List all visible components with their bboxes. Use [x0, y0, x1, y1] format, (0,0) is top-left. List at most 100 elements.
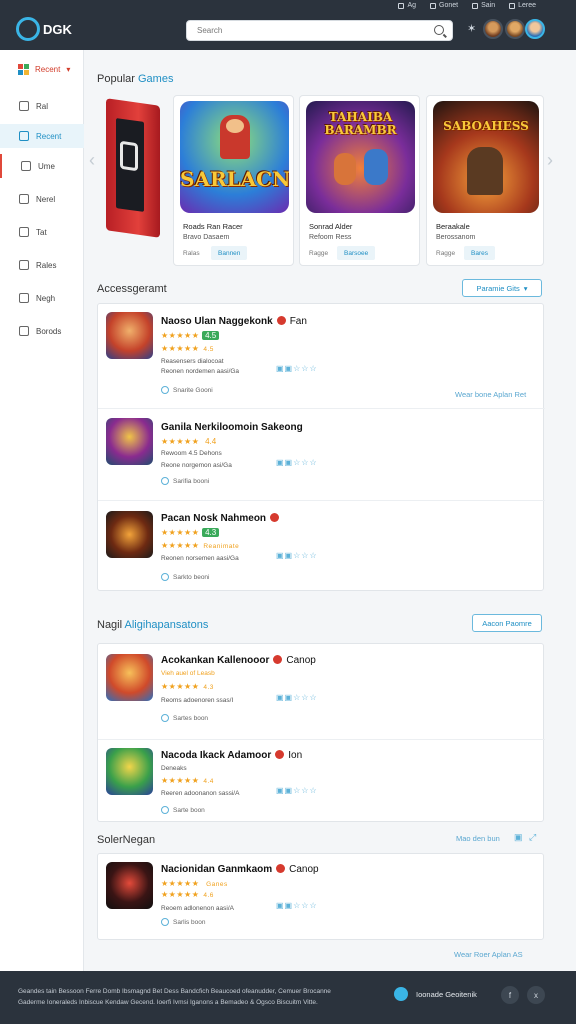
- list-icon: [19, 194, 29, 204]
- search-icon[interactable]: [434, 25, 444, 35]
- logo-icon[interactable]: [16, 17, 40, 41]
- sidebar-item-ral[interactable]: Ral: [0, 94, 84, 118]
- sidebar-item-label: Borods: [36, 326, 62, 336]
- grid-icon: [19, 326, 29, 336]
- list-item[interactable]: Acokankan Kallenooor Canop Vieh auel of L…: [98, 644, 545, 740]
- item-meta: Reonen nordemen aasi/Ga: [161, 368, 240, 375]
- avatar[interactable]: [483, 19, 503, 39]
- rating-stars: ★★★★★ 4.6: [161, 890, 214, 899]
- section-title-recommended: Accessgeramt: [97, 283, 167, 295]
- action-icons[interactable]: ▣▣☆☆☆: [276, 693, 318, 702]
- game-card[interactable]: SARLACN Roads Ran Racer Bravo Dasaem Ral…: [173, 95, 294, 266]
- item-meta: Reoms adoenoren ssas/I: [161, 697, 234, 704]
- avatar[interactable]: [525, 19, 545, 39]
- chevron-right-icon[interactable]: ›: [547, 150, 553, 171]
- link-icon: [472, 2, 479, 9]
- badge-icon: [273, 655, 283, 664]
- sidebar-item-rales[interactable]: Rales: [0, 253, 84, 277]
- sidebar-item-label: Recent: [36, 131, 62, 141]
- item-title: Pacan Nosk Nahmeon: [161, 513, 283, 524]
- game-chip-button[interactable]: Bannen: [211, 246, 248, 260]
- sidebar-item-tat[interactable]: Tat: [0, 220, 84, 244]
- top-link-3[interactable]: Sain: [472, 2, 495, 9]
- info-icon: [161, 918, 169, 926]
- list-item[interactable]: Ganila Nerkiloomoin Sakeong ★★★★★ 4.4 Re…: [98, 409, 545, 501]
- item-meta: Reeren adoonanon sassi/A: [161, 790, 240, 797]
- top-link-2[interactable]: Gonet: [430, 2, 458, 9]
- info-icon: [161, 714, 169, 722]
- grid-view-icon[interactable]: ▣: [514, 832, 523, 843]
- upcoming-link[interactable]: Mao den bun: [456, 834, 500, 843]
- info-icon: [161, 806, 169, 814]
- action-icons[interactable]: ▣▣☆☆☆: [276, 901, 318, 910]
- list-item[interactable]: Naoso Ulan Naggekonk Fan ★★★★★ 4.5 ★★★★★ 4…: [98, 304, 545, 409]
- user-icon: [21, 161, 31, 171]
- sidebar-item-label: Ume: [38, 161, 55, 171]
- sidebar-item-recent[interactable]: Recent: [0, 124, 84, 148]
- item-meta: Reasensers dialocoat: [161, 358, 224, 365]
- top-link-1[interactable]: Ag: [398, 2, 416, 9]
- top-link-4[interactable]: Leree: [509, 2, 536, 9]
- game-chip-button[interactable]: Bares: [464, 246, 495, 260]
- footer-brand[interactable]: Ioonade Geoitenik: [394, 987, 477, 1001]
- item-title: Ganila Nerkiloomoin Sakeong: [161, 422, 303, 433]
- link-icon: [398, 2, 405, 9]
- section-title-upcoming: SolerNegan: [97, 834, 156, 846]
- home-icon: [19, 101, 29, 111]
- game-subtitle: Refoom Ress: [309, 234, 352, 241]
- view-more-link[interactable]: Wear Roer Aplan AS: [454, 950, 523, 959]
- game-art-image: SABOAHESS: [433, 101, 539, 213]
- star-icon[interactable]: ✶: [467, 22, 476, 35]
- game-art-image: SARLACN: [180, 101, 289, 213]
- rating-stars: ★★★★★ Ganes: [161, 879, 228, 888]
- sidebar-item-ume[interactable]: Ume: [0, 154, 84, 178]
- list-item[interactable]: Nacionidan Ganmkaom Canop ★★★★★ Ganes ★★★…: [98, 854, 545, 941]
- list-item[interactable]: Pacan Nosk Nahmeon ★★★★★ 4.3 ★★★★★ Reanim…: [98, 501, 545, 592]
- clock-icon: [19, 131, 29, 141]
- action-icons[interactable]: ▣▣☆☆☆: [276, 786, 318, 795]
- facebook-icon[interactable]: f: [501, 986, 519, 1004]
- x-social-icon[interactable]: x: [527, 986, 545, 1004]
- special-button[interactable]: Aacon Paomre: [472, 614, 542, 632]
- footer: Geandes tain Bessoon Ferre Domb Ibsmagnd…: [0, 971, 576, 1024]
- game-name: Beraakale: [436, 222, 470, 231]
- sidebar-item-label: Tat: [36, 227, 47, 237]
- sidebar-item-borods[interactable]: Borods: [0, 319, 84, 343]
- avatar[interactable]: [505, 19, 525, 39]
- action-icons[interactable]: ▣▣☆☆☆: [276, 551, 318, 560]
- tag-icon: [19, 227, 29, 237]
- game-thumbnail: [106, 511, 153, 558]
- game-thumbnail: [106, 862, 153, 909]
- sidebar-item-label: Nerel: [36, 194, 56, 204]
- brand-logo-icon: [394, 987, 408, 1001]
- game-card[interactable]: TAHAIBA BARAMBR Sonrad Alder Refoom Ress…: [299, 95, 420, 266]
- game-chip-button[interactable]: Barsoee: [337, 246, 376, 260]
- item-note: Sartes boon: [161, 714, 208, 722]
- logo-text[interactable]: DGK: [43, 22, 72, 37]
- item-meta: Deneaks: [161, 765, 187, 772]
- item-meta: Reonen norsemen aasi/Ga: [161, 555, 239, 562]
- sidebar-item-negh[interactable]: Negh: [0, 286, 84, 310]
- sidebar-top-label: Recent: [35, 65, 61, 74]
- expand-icon[interactable]: ⤢: [529, 832, 536, 843]
- list-item[interactable]: Nacoda Ikack Adamoor Ion Deneaks ★★★★★ 4.4…: [98, 740, 545, 823]
- sidebar-item-nerel[interactable]: Nerel: [0, 187, 84, 211]
- view-all-link[interactable]: Wear bone Aplan Ret: [455, 390, 526, 399]
- game-card[interactable]: SABOAHESS Beraakale Berossanom Ragge Bar…: [426, 95, 544, 266]
- chevron-down-icon: ▾: [523, 283, 528, 293]
- filter-dropdown-button[interactable]: Paramie Gits ▾: [462, 279, 542, 297]
- chevron-left-icon[interactable]: ‹: [89, 150, 95, 171]
- item-title: Acokankan Kallenooor Canop: [161, 655, 316, 666]
- section-title-special: Nagil Aligihapansatons: [97, 619, 209, 631]
- action-icons[interactable]: ▣▣☆☆☆: [276, 364, 318, 373]
- sidebar-recent-dropdown[interactable]: Recent ▾: [18, 64, 70, 75]
- item-note: Sarlis boon: [161, 918, 206, 926]
- search-input[interactable]: Search: [186, 20, 453, 41]
- arcade-kiosk-image: [100, 98, 170, 240]
- chevron-down-icon: ▾: [66, 65, 71, 74]
- action-icons[interactable]: ▣▣☆☆☆: [276, 458, 318, 467]
- rating-stars: ★★★★★ 4.4: [161, 776, 214, 785]
- item-title: Naoso Ulan Naggekonk Fan: [161, 316, 307, 327]
- item-note: Sarte boon: [161, 806, 205, 814]
- recommended-list: Naoso Ulan Naggekonk Fan ★★★★★ 4.5 ★★★★★ 4…: [97, 303, 545, 592]
